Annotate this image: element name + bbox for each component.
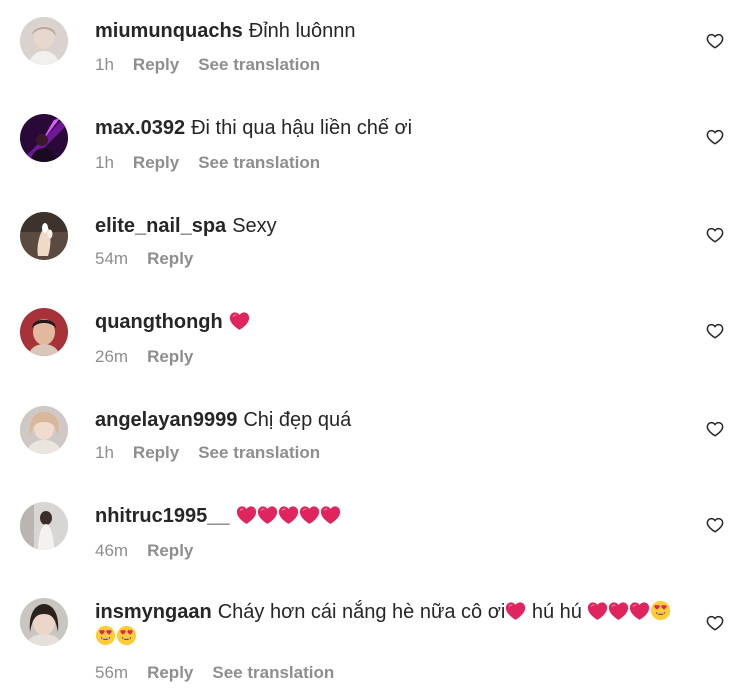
comment-time: 1h <box>95 443 114 462</box>
red-heart-emoji <box>236 505 257 525</box>
see-translation-button[interactable]: See translation <box>212 663 334 683</box>
comment-time: 56m <box>95 663 129 682</box>
avatar[interactable] <box>20 598 68 646</box>
comment-time: 46m <box>95 541 129 560</box>
avatar-image <box>20 502 68 550</box>
avatar-image <box>20 308 68 356</box>
comment-meta: 26m Reply <box>95 347 212 367</box>
avatar[interactable] <box>20 114 68 162</box>
avatar[interactable] <box>20 406 68 454</box>
reply-button[interactable]: Reply <box>147 541 193 561</box>
comment-item: elite_nail_spa Sexy 54m Reply <box>0 212 740 302</box>
like-heart-icon[interactable] <box>706 226 724 244</box>
avatar[interactable] <box>20 308 68 356</box>
red-heart-emoji <box>320 505 341 525</box>
see-translation-button[interactable]: See translation <box>198 153 320 173</box>
see-translation-button[interactable]: See translation <box>198 55 320 75</box>
emoji-text: ❤️❤️❤️😍😍😍 <box>137 625 138 626</box>
comment-text: angelayan9999 Chị đẹp quá <box>95 408 685 433</box>
red-heart-emoji <box>629 601 650 621</box>
comment-text: elite_nail_spa Sexy <box>95 214 685 239</box>
emoji-text: ❤️ <box>250 310 251 311</box>
red-heart-emoji <box>229 311 250 331</box>
comment-username[interactable]: miumunquachs <box>95 20 243 42</box>
comment-body: Sexy <box>232 215 277 237</box>
comment-item: angelayan9999 Chị đẹp quá 1h Reply See tran… <box>0 406 740 496</box>
comment-body: Chị đẹp quá <box>243 409 352 431</box>
avatar-image <box>20 17 68 65</box>
reply-button[interactable]: Reply <box>133 55 179 75</box>
like-heart-icon[interactable] <box>706 322 724 340</box>
comment-time: 1h <box>95 55 114 74</box>
heart-eyes-emoji <box>95 625 116 646</box>
comment-meta: 56m Reply See translation <box>95 663 334 683</box>
comment-text: max.0392 Đi thi qua hậu liền chế ơi <box>95 116 685 141</box>
like-heart-icon[interactable] <box>706 128 724 146</box>
see-translation-button[interactable]: See translation <box>198 443 320 463</box>
like-heart-icon[interactable] <box>706 32 724 50</box>
comment-username[interactable]: elite_nail_spa <box>95 215 226 237</box>
comment-text: quangthongh ❤️ <box>95 310 685 335</box>
avatar[interactable] <box>20 17 68 65</box>
red-heart-emoji <box>257 505 278 525</box>
comment-meta: 1h Reply See translation <box>95 443 320 463</box>
comment-username[interactable]: max.0392 <box>95 117 185 139</box>
comment-body: Đi thi qua hậu liền chế ơi <box>191 117 413 139</box>
like-heart-icon[interactable] <box>706 420 724 438</box>
reply-button[interactable]: Reply <box>147 347 193 367</box>
red-heart-emoji <box>608 601 629 621</box>
avatar-image <box>20 114 68 162</box>
comment-meta: 54m Reply <box>95 249 212 269</box>
like-heart-icon[interactable] <box>706 614 724 632</box>
reply-button[interactable]: Reply <box>133 443 179 463</box>
comment-meta: 1h Reply See translation <box>95 153 320 173</box>
like-heart-icon[interactable] <box>706 516 724 534</box>
comment-username[interactable]: quangthongh <box>95 311 223 333</box>
comment-time: 54m <box>95 249 129 268</box>
comment-text: miumunquachs Đỉnh luônnn <box>95 19 685 44</box>
comment-username[interactable]: angelayan9999 <box>95 409 237 431</box>
avatar[interactable] <box>20 212 68 260</box>
comment-username[interactable]: insmyngaan <box>95 601 212 623</box>
red-heart-emoji <box>278 505 299 525</box>
comment-item: miumunquachs Đỉnh luônnn 1h Reply See trans… <box>0 17 740 107</box>
comment-body: Đỉnh luônnn <box>248 20 356 42</box>
comment-text: insmyngaan Cháy hơn cái nắng hè nữa cô ơi… <box>95 600 680 650</box>
comment-item: insmyngaan Cháy hơn cái nắng hè nữa cô ơi… <box>0 598 740 694</box>
reply-button[interactable]: Reply <box>147 249 193 269</box>
comment-item: max.0392 Đi thi qua hậu liền chế ơi 1h Rep… <box>0 114 740 204</box>
emoji-text: ❤️ <box>137 625 138 626</box>
comment-time: 1h <box>95 153 114 172</box>
red-heart-emoji <box>505 601 526 621</box>
heart-eyes-emoji <box>116 625 137 646</box>
comment-item: quangthongh ❤️ 26m Reply <box>0 308 740 398</box>
comment-meta: 1h Reply See translation <box>95 55 320 75</box>
red-heart-emoji <box>299 505 320 525</box>
avatar[interactable] <box>20 502 68 550</box>
heart-eyes-emoji <box>650 600 671 621</box>
comment-time: 26m <box>95 347 129 366</box>
comment-text: nhitruc1995__ ❤️❤️❤️❤️❤️ <box>95 504 685 529</box>
avatar-image <box>20 212 68 260</box>
reply-button[interactable]: Reply <box>147 663 193 683</box>
comment-meta: 46m Reply <box>95 541 212 561</box>
comment-body: Cháy hơn cái nắng hè nữa cô ơi <box>217 601 506 623</box>
comment-item: nhitruc1995__ ❤️❤️❤️❤️❤️ 46m Reply <box>0 502 740 592</box>
avatar-image <box>20 406 68 454</box>
emoji-text: ❤️❤️❤️❤️❤️ <box>341 504 342 505</box>
comment-username[interactable]: nhitruc1995__ <box>95 505 230 527</box>
comment-body-continued: hú hú <box>526 601 588 623</box>
reply-button[interactable]: Reply <box>133 153 179 173</box>
heart-emoji-row <box>236 505 341 527</box>
red-heart-emoji <box>587 601 608 621</box>
avatar-image <box>20 598 68 646</box>
